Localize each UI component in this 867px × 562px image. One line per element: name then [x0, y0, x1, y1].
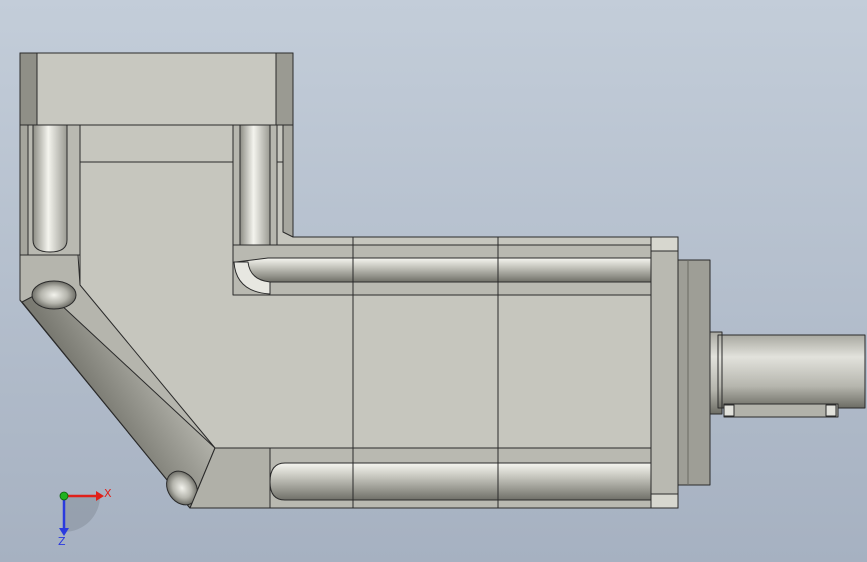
cad-viewport[interactable]: X Z — [0, 0, 867, 562]
input-flange-right-edge — [275, 52, 294, 126]
vertical-slot-left-groove — [32, 124, 68, 253]
triad-x-label: X — [104, 487, 112, 500]
shaft-key-right-end — [825, 404, 837, 417]
input-flange-left-edge — [19, 52, 38, 126]
triad-y-axis-dot — [59, 491, 69, 501]
shaft-key — [723, 403, 839, 418]
upper-slot-groove — [235, 257, 652, 283]
output-shaft — [717, 334, 866, 409]
vertical-slot-right-groove — [239, 124, 271, 263]
output-flange-bottom-cap — [650, 493, 679, 509]
lower-slot-groove — [269, 462, 652, 501]
shaft-key-left-end — [723, 404, 735, 417]
output-bearing-plate — [677, 259, 711, 486]
output-flange-block — [650, 236, 679, 509]
input-flange — [19, 52, 294, 126]
angled-port-upper — [31, 280, 77, 310]
output-flange-top-cap — [650, 236, 679, 252]
housing-top-right-bevel — [282, 124, 294, 238]
triad-z-label: Z — [58, 535, 66, 548]
